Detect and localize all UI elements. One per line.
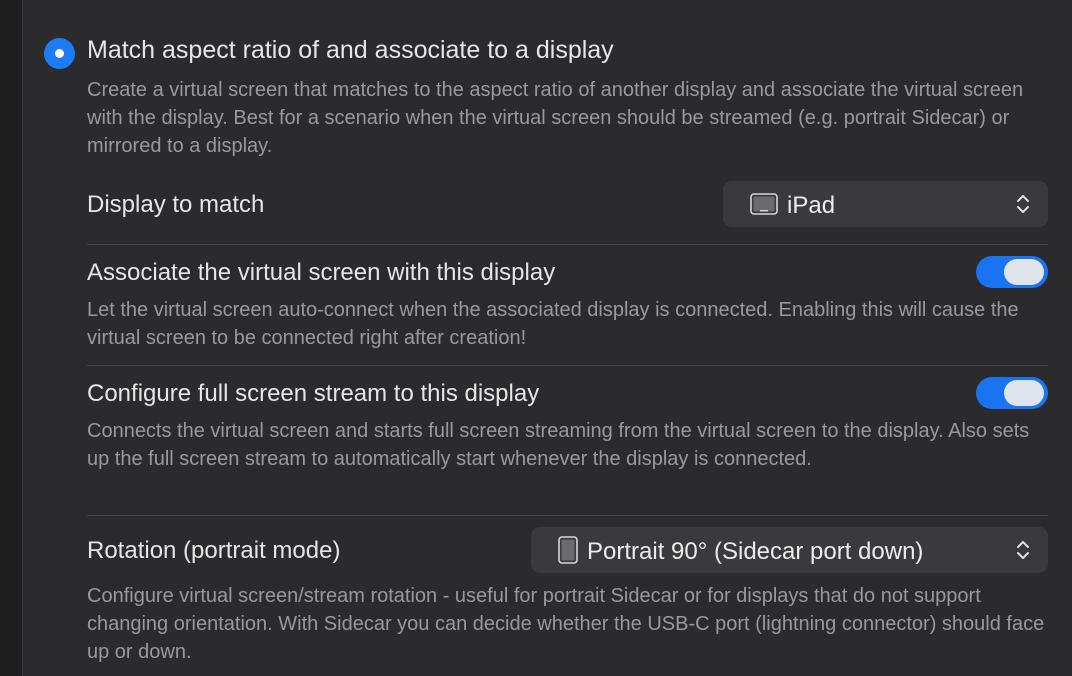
associate-description: Let the virtual screen auto-connect when… [87,299,1019,349]
full-screen-stream-description: Connects the virtual screen and starts f… [87,420,1030,470]
rotation-description: Configure virtual screen/stream rotation… [87,585,1045,663]
rotation-select[interactable]: Portrait 90° (Sidecar port down) [531,527,1048,573]
chevron-up-down-icon [1017,541,1029,559]
display-to-match-select[interactable]: iPad [723,181,1048,227]
associate-label: Associate the virtual screen with this d… [87,259,556,286]
ipad-icon [750,193,778,215]
divider [87,365,1048,366]
rotation-value: Portrait 90° (Sidecar port down) [587,538,924,565]
match-aspect-radio-button[interactable] [44,38,75,69]
full-screen-stream-toggle[interactable] [976,377,1048,409]
display-to-match-value: iPad [787,192,836,219]
option-description: Create a virtual screen that matches to … [87,79,1024,157]
option-title: Match aspect ratio of and associate to a… [87,36,614,64]
full-screen-stream-label: Configure full screen stream to this dis… [87,380,540,407]
associate-toggle[interactable] [976,256,1048,288]
toggle-knob [1004,259,1044,285]
display-to-match-label: Display to match [87,191,265,218]
iphone-portrait-icon [558,536,578,564]
chevron-up-down-icon [1017,195,1029,213]
divider [87,244,1048,245]
divider [87,515,1048,516]
toggle-knob [1004,380,1044,406]
rotation-label: Rotation (portrait mode) [87,537,341,564]
